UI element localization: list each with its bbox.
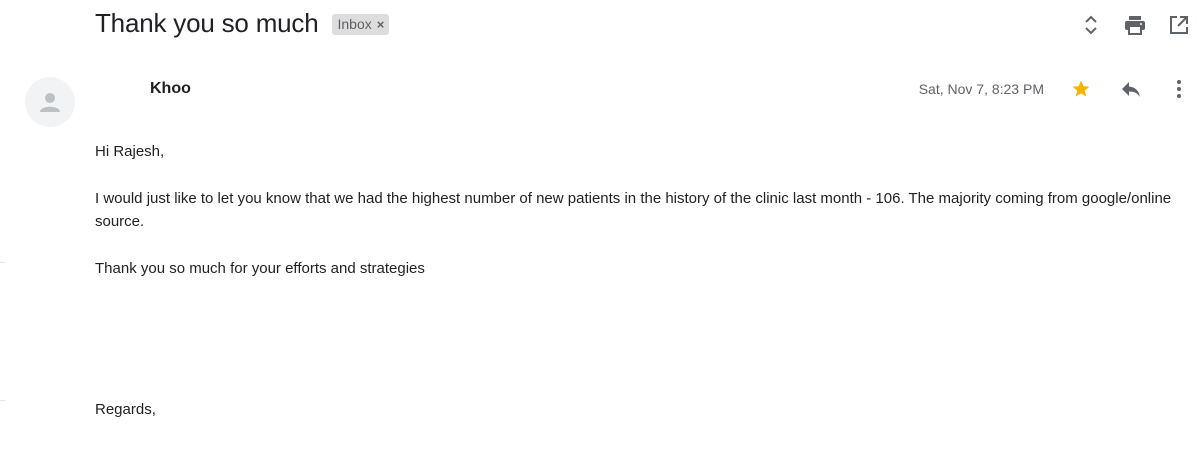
star-icon[interactable] (1070, 78, 1092, 100)
closing-text: Regards, (95, 401, 156, 418)
inbox-label-chip[interactable]: Inbox × (331, 14, 390, 35)
message-date: Sat, Nov 7, 8:23 PM (918, 81, 1044, 97)
subject-header: Thank you so much Inbox × (95, 8, 390, 39)
message-body: Hi Rajesh, I would just like to let you … (95, 140, 1175, 421)
divider (0, 400, 6, 401)
more-options-icon[interactable] (1168, 78, 1190, 100)
person-icon (40, 93, 60, 112)
expand-collapse-icon[interactable] (1080, 14, 1102, 36)
greeting-text: Hi Rajesh, (95, 143, 165, 160)
sender-name[interactable]: Khoo (150, 80, 191, 98)
thread-actions (1058, 14, 1190, 36)
open-in-new-window-icon[interactable] (1168, 14, 1190, 36)
avatar[interactable] (25, 77, 75, 127)
body-paragraph: I would just like to let you know that w… (95, 190, 1172, 230)
body-paragraph: Thank you so much for your efforts and s… (95, 260, 425, 277)
label-chip-text: Inbox (337, 16, 372, 32)
message-meta: Sat, Nov 7, 8:23 PM (919, 78, 1190, 100)
print-icon[interactable] (1124, 14, 1146, 36)
divider (0, 262, 6, 263)
subject-title: Thank you so much (95, 8, 319, 38)
reply-icon[interactable] (1120, 78, 1142, 100)
remove-label-icon[interactable]: × (377, 17, 385, 32)
